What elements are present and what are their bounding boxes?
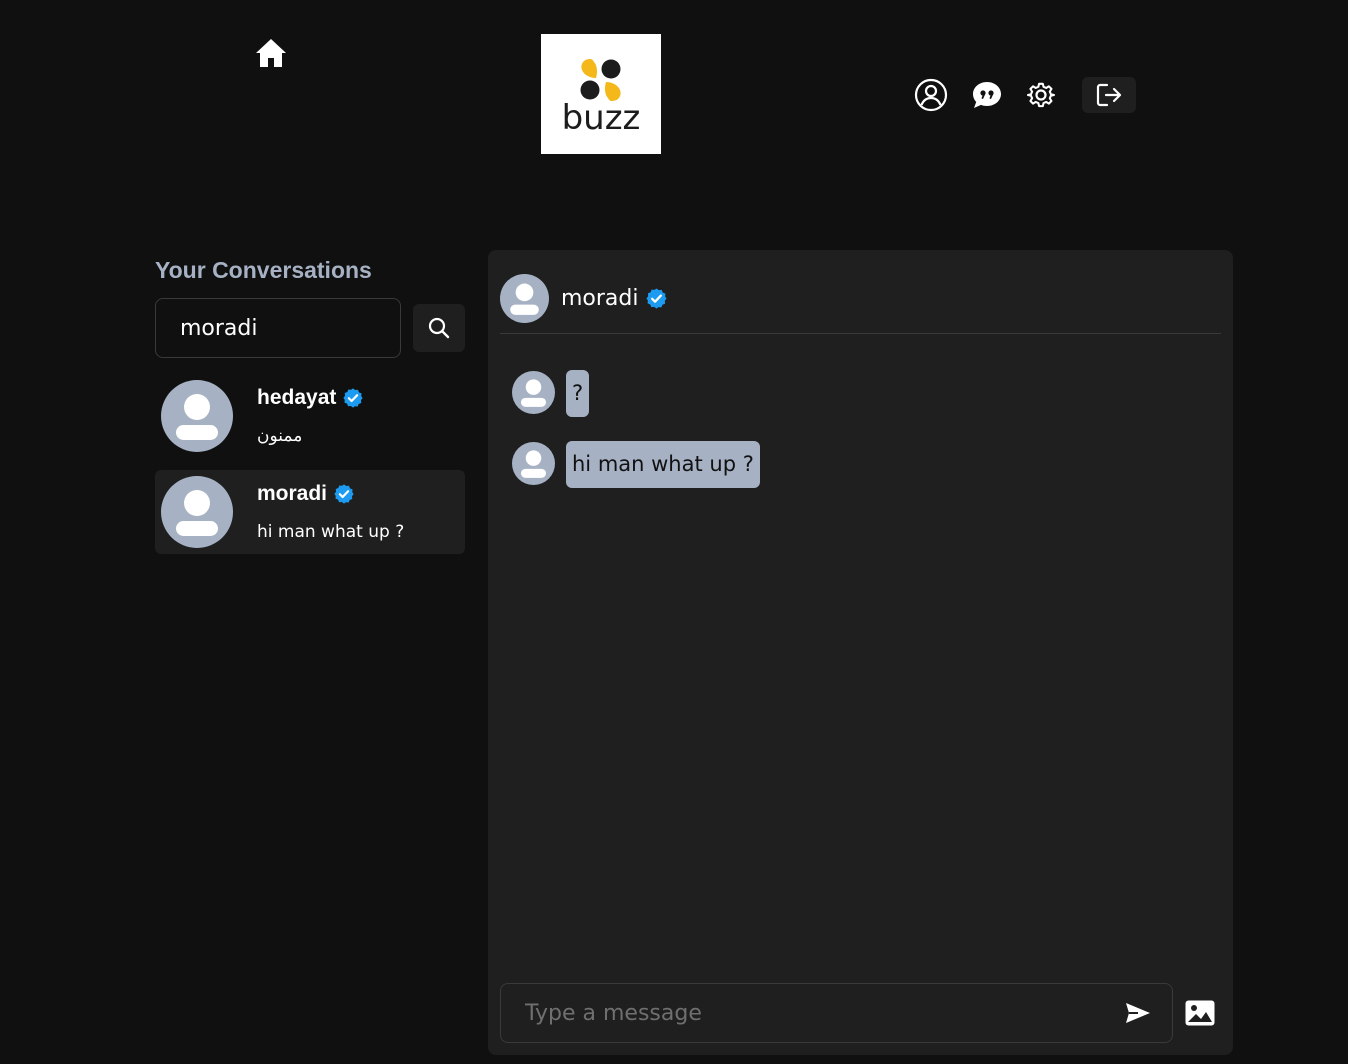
home-icon [256, 39, 286, 67]
search-icon [428, 317, 450, 339]
logo-mark-icon [580, 59, 621, 101]
avatar[interactable] [500, 274, 549, 323]
search-input[interactable] [155, 298, 401, 358]
settings-button[interactable] [1022, 76, 1060, 114]
top-nav [912, 76, 1136, 114]
avatar [161, 476, 233, 548]
user-circle-icon [914, 78, 948, 112]
message-input[interactable] [501, 984, 1118, 1042]
conversation-item-hedayat[interactable]: hedayat ممنون [155, 374, 465, 458]
conversations-sidebar: Your Conversations hedayat ممنون [155, 254, 465, 566]
send-icon [1126, 1003, 1150, 1023]
messages-button[interactable] [968, 76, 1006, 114]
message-composer [500, 983, 1173, 1043]
verified-badge-icon [342, 387, 364, 409]
conversation-last-message: ممنون [257, 426, 303, 446]
image-icon [1185, 1000, 1215, 1026]
profile-button[interactable] [912, 76, 950, 114]
conversation-name: hedayat [257, 386, 337, 409]
chat-panel: moradi ? hi man what up ? [488, 250, 1233, 1055]
message-bubble: ? [566, 370, 590, 417]
chat-quote-icon [973, 82, 1001, 108]
conversation-item-moradi[interactable]: moradi hi man what up ? [155, 470, 465, 554]
chat-header: moradi [500, 274, 1221, 334]
home-button[interactable] [253, 35, 289, 71]
message-bubble: hi man what up ? [566, 441, 760, 488]
search-button[interactable] [413, 304, 465, 352]
verified-badge-icon [645, 287, 668, 310]
conversation-name-row: moradi [257, 482, 404, 506]
conversation-name-row: hedayat [257, 386, 364, 410]
avatar [512, 371, 555, 414]
buzz-logo[interactable]: buzz [541, 34, 661, 154]
gear-icon [1027, 82, 1055, 108]
message-item: ? [512, 370, 1209, 417]
conversation-last-message: hi man what up ? [257, 522, 405, 542]
conversation-list: hedayat ممنون moradi hi man what up ? [155, 374, 465, 554]
attach-image-button[interactable] [1183, 997, 1217, 1029]
search-row [155, 298, 465, 358]
logout-icon [1096, 83, 1122, 107]
message-list: ? hi man what up ? [512, 370, 1209, 512]
conversation-name: moradi [257, 482, 328, 505]
logout-button[interactable] [1082, 77, 1136, 113]
verified-badge-icon [333, 483, 355, 505]
avatar [161, 380, 233, 452]
conversation-text: moradi hi man what up ? [257, 482, 404, 542]
logo-text: buzz [561, 98, 641, 138]
sidebar-title: Your Conversations [155, 257, 372, 283]
send-button[interactable] [1118, 993, 1158, 1033]
message-item: hi man what up ? [512, 441, 1209, 488]
chat-recipient-name[interactable]: moradi [561, 274, 639, 323]
avatar [512, 442, 555, 485]
conversation-text: hedayat ممنون [257, 386, 364, 446]
